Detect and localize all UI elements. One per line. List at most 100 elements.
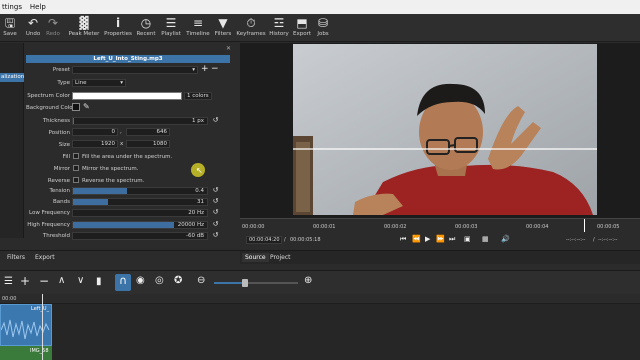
filter-list-selected-item[interactable]: alization	[0, 73, 24, 82]
undo-label: Undo	[25, 31, 41, 37]
overwrite-icon[interactable]: ∨	[77, 275, 84, 286]
tension-slider[interactable]: 0.4	[72, 187, 208, 195]
high-frequency-slider[interactable]: 20000 Hz	[72, 221, 208, 229]
audio-clip[interactable]: Left_U_	[0, 304, 52, 346]
viewer-ruler[interactable]: 00:00:00 00:00:01 00:00:02 00:00:03 00:0…	[240, 218, 640, 233]
skip-next-icon[interactable]: ⏭	[449, 235, 455, 244]
size-width-input[interactable]: 1920	[72, 140, 118, 148]
bands-slider[interactable]: 31	[72, 198, 208, 206]
reverse-checkbox[interactable]	[73, 177, 79, 183]
color-picker-icon[interactable]: ✎	[83, 102, 90, 111]
timeline-menu-icon[interactable]: ☰	[4, 276, 13, 287]
export-button[interactable]: ⬒ Export	[292, 16, 312, 37]
threshold-reset-icon[interactable]: ↺	[212, 232, 219, 239]
position-y-input[interactable]: 646	[126, 128, 170, 136]
jobs-button[interactable]: ⛁ Jobs	[314, 16, 332, 37]
in-point-field: --:--:--:--	[566, 237, 586, 243]
properties-button[interactable]: i Properties	[104, 16, 132, 37]
video-clip[interactable]: IMG_58	[0, 346, 52, 360]
current-time-field[interactable]: 00:00:04:20	[246, 236, 282, 244]
fast-forward-icon[interactable]: ⏩	[436, 235, 445, 243]
recent-label: Recent	[136, 31, 156, 37]
thickness-slider[interactable]: 1 px	[72, 117, 208, 125]
history-icon: ☲	[273, 16, 285, 30]
snap-icon[interactable]: ∩	[115, 274, 131, 291]
menu-settings[interactable]: ttings	[0, 0, 26, 11]
type-value: Line	[75, 80, 87, 86]
playlist-button[interactable]: ☰ Playlist	[159, 16, 183, 37]
tension-reset-icon[interactable]: ↺	[212, 187, 219, 194]
background-color-swatch[interactable]	[72, 103, 80, 111]
low-frequency-slider[interactable]: 20 Hz	[72, 209, 208, 217]
zoom-slider[interactable]	[214, 279, 298, 287]
panel-close-icon[interactable]: ✕	[226, 46, 231, 52]
peak-meter-label: Peak Meter	[68, 31, 100, 37]
high-frequency-reset-icon[interactable]: ↺	[212, 221, 219, 228]
filters-label: Filters	[214, 31, 232, 37]
remove-preset-icon[interactable]: −	[211, 65, 219, 74]
volume-icon[interactable]: 🔊	[501, 235, 510, 243]
tab-source[interactable]: Source	[242, 253, 269, 262]
position-x-input[interactable]: 0	[72, 128, 118, 136]
add-preset-icon[interactable]: +	[201, 65, 209, 74]
low-frequency-reset-icon[interactable]: ↺	[212, 209, 219, 216]
split-icon[interactable]: ▮	[96, 276, 102, 287]
tab-filters[interactable]: Filters	[7, 254, 25, 261]
threshold-slider[interactable]: -60 dB	[72, 232, 208, 240]
thickness-reset-icon[interactable]: ↺	[212, 117, 219, 124]
high-frequency-label: High Frequency	[27, 222, 70, 228]
transport-bar: 00:00:04:20 / 00:00:05:18 ⏮ ⏪ ▶ ⏩ ⏭ ▣ ▦ …	[240, 232, 640, 248]
history-label: History	[269, 31, 289, 37]
thickness-value: 1 px	[192, 118, 204, 124]
menu-help[interactable]: Help	[28, 0, 50, 11]
chevron-down-icon: ▾	[192, 67, 195, 73]
timeline-toolbar: ☰ + − ∧ ∨ ▮ ∩ ◉ ◎ ✪ ⊖ ⊕	[0, 270, 640, 294]
rewind-icon[interactable]: ⏪	[412, 235, 421, 243]
tab-project[interactable]: Project	[270, 254, 291, 261]
redo-button[interactable]: ↷ Redo	[45, 16, 61, 37]
zoom-out-icon[interactable]: ⊖	[197, 275, 205, 286]
filters-icon: ▼	[218, 16, 228, 30]
zoom-icon[interactable]: ▣	[464, 235, 471, 243]
filters-button[interactable]: ▼ Filters	[213, 16, 233, 37]
skip-previous-icon[interactable]: ⏮	[400, 235, 406, 244]
fill-description: Fill the area under the spectrum.	[82, 154, 173, 160]
mirror-description: Mirror the spectrum.	[82, 166, 139, 172]
viewer-playhead[interactable]	[584, 219, 585, 233]
spectrum-color-count[interactable]: 1 colors	[184, 92, 212, 100]
low-frequency-label: Low Frequency	[29, 210, 70, 216]
history-button[interactable]: ☲ History	[268, 16, 290, 37]
menu-bar: ttings Help	[0, 0, 640, 14]
ripple-icon[interactable]: ◎	[155, 275, 164, 286]
grid-icon[interactable]: ▦	[482, 235, 489, 243]
timeline-button[interactable]: ≡ Timeline	[185, 16, 211, 37]
type-dropdown[interactable]: Line ▾	[72, 79, 126, 87]
timeline-playhead[interactable]	[42, 294, 43, 360]
preset-dropdown[interactable]: ▾	[72, 66, 198, 74]
in-out-separator: /	[593, 237, 595, 243]
fill-checkbox[interactable]	[73, 153, 79, 159]
lift-icon[interactable]: ∧	[58, 275, 65, 286]
bands-reset-icon[interactable]: ↺	[212, 198, 219, 205]
high-frequency-value: 20000 Hz	[177, 222, 204, 228]
scrub-icon[interactable]: ◉	[136, 275, 145, 286]
spectrum-color-swatch[interactable]	[72, 92, 182, 100]
keyframes-button[interactable]: ⏱ Keyframes	[236, 16, 266, 37]
save-button[interactable]: 🖫 Save	[2, 16, 18, 37]
tab-export[interactable]: Export	[35, 254, 55, 261]
size-height-input[interactable]: 1080	[126, 140, 170, 148]
chevron-down-icon: ▾	[120, 80, 123, 86]
remove-icon[interactable]: −	[39, 274, 49, 288]
timeline-ruler[interactable]: 00:00	[0, 294, 640, 304]
timeline-icon: ≡	[192, 16, 204, 30]
zoom-slider-handle[interactable]	[242, 279, 248, 287]
zoom-in-icon[interactable]: ⊕	[304, 275, 312, 286]
undo-button[interactable]: ↶ Undo	[24, 16, 42, 37]
ripple-all-icon[interactable]: ✪	[174, 275, 182, 286]
mirror-checkbox[interactable]	[73, 165, 79, 171]
recent-button[interactable]: ◷ Recent	[135, 16, 157, 37]
reverse-label: Reverse	[47, 178, 70, 184]
play-icon[interactable]: ▶	[425, 235, 430, 243]
peak-meter-button[interactable]: ▓ Peak Meter	[68, 16, 100, 37]
append-icon[interactable]: +	[20, 274, 30, 288]
